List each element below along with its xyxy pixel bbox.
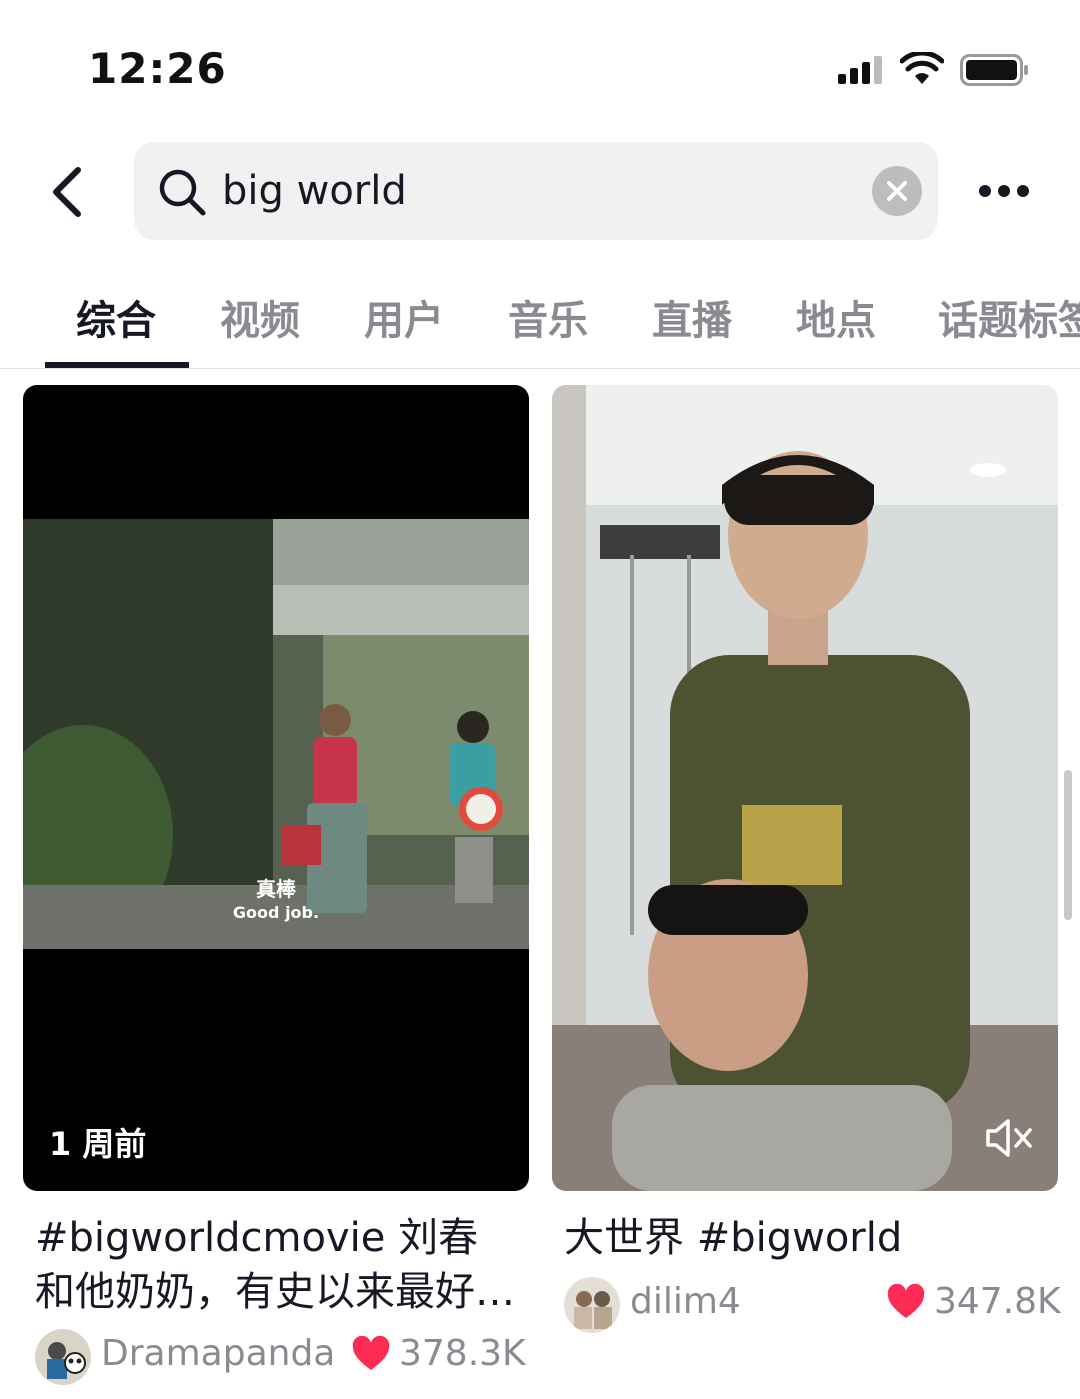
close-icon <box>887 181 907 201</box>
video-caption[interactable]: 大世界 #bigworld <box>564 1211 1044 1265</box>
more-dot-icon <box>998 185 1010 197</box>
status-bar: 12:26 <box>0 0 1080 130</box>
author-row: dilim4 347.8K <box>564 1277 1061 1335</box>
tab-hashtags[interactable]: 话题标签 <box>938 288 1080 346</box>
tab-places[interactable]: 地点 <box>796 288 876 346</box>
author-row: Dramapanda 378.3K <box>35 1329 526 1387</box>
tab-live[interactable]: 直播 <box>652 288 732 346</box>
like-count: 378.3K <box>351 1333 526 1374</box>
video-thumbnail[interactable] <box>552 385 1058 1191</box>
avatar-image <box>564 1277 620 1333</box>
chevron-left-icon <box>53 167 81 217</box>
more-dot-icon <box>1017 185 1029 197</box>
more-dot-icon <box>979 185 991 197</box>
cellular-signal-icon <box>838 56 884 84</box>
scrollbar[interactable] <box>1064 770 1072 920</box>
author-name[interactable]: Dramapanda <box>101 1333 335 1374</box>
avatar[interactable] <box>35 1329 91 1385</box>
like-count-text: 378.3K <box>399 1333 526 1374</box>
heart-icon <box>887 1283 925 1318</box>
muted-speaker-icon[interactable] <box>982 1113 1038 1163</box>
tab-music[interactable]: 音乐 <box>508 288 588 346</box>
wifi-icon <box>900 52 944 84</box>
search-input[interactable]: big world <box>134 142 938 240</box>
avatar[interactable] <box>564 1277 620 1333</box>
status-time: 12:26 <box>88 44 227 93</box>
video-subtitle-zh: 真棒 <box>256 877 296 901</box>
video-frame-image <box>552 385 1058 1191</box>
back-button[interactable] <box>36 160 96 224</box>
search-query-text[interactable]: big world <box>222 166 407 216</box>
clear-search-button[interactable] <box>872 166 922 216</box>
avatar-image <box>35 1329 91 1385</box>
like-count: 347.8K <box>886 1281 1061 1322</box>
active-tab-indicator <box>45 362 189 368</box>
tab-users[interactable]: 用户 <box>364 288 444 346</box>
battery-icon <box>960 54 1028 86</box>
video-caption[interactable]: #bigworldcmovie 刘春和他奶奶，有史以来最好… <box>35 1211 515 1319</box>
search-icon <box>159 169 206 216</box>
post-time-label: 1 周前 <box>49 1125 147 1163</box>
tab-general[interactable]: 综合 <box>76 288 156 346</box>
more-options-button[interactable] <box>972 166 1036 216</box>
search-category-tabs: 综合 视频 用户 音乐 直播 地点 话题标签 <box>0 270 1080 369</box>
video-result-card[interactable]: 真棒 Good job. 1 周前 #bigworldcmovie 刘春和他奶奶… <box>23 385 529 1385</box>
video-result-card[interactable]: 大世界 #bigworld dilim4 347.8K <box>552 385 1061 1333</box>
like-count-text: 347.8K <box>934 1281 1061 1322</box>
video-subtitle-en: Good job. <box>232 903 320 922</box>
video-frame-image <box>23 385 529 1191</box>
heart-icon <box>352 1335 390 1370</box>
tab-videos[interactable]: 视频 <box>220 288 300 346</box>
video-thumbnail[interactable]: 真棒 Good job. 1 周前 <box>23 385 529 1191</box>
author-name[interactable]: dilim4 <box>630 1281 741 1322</box>
